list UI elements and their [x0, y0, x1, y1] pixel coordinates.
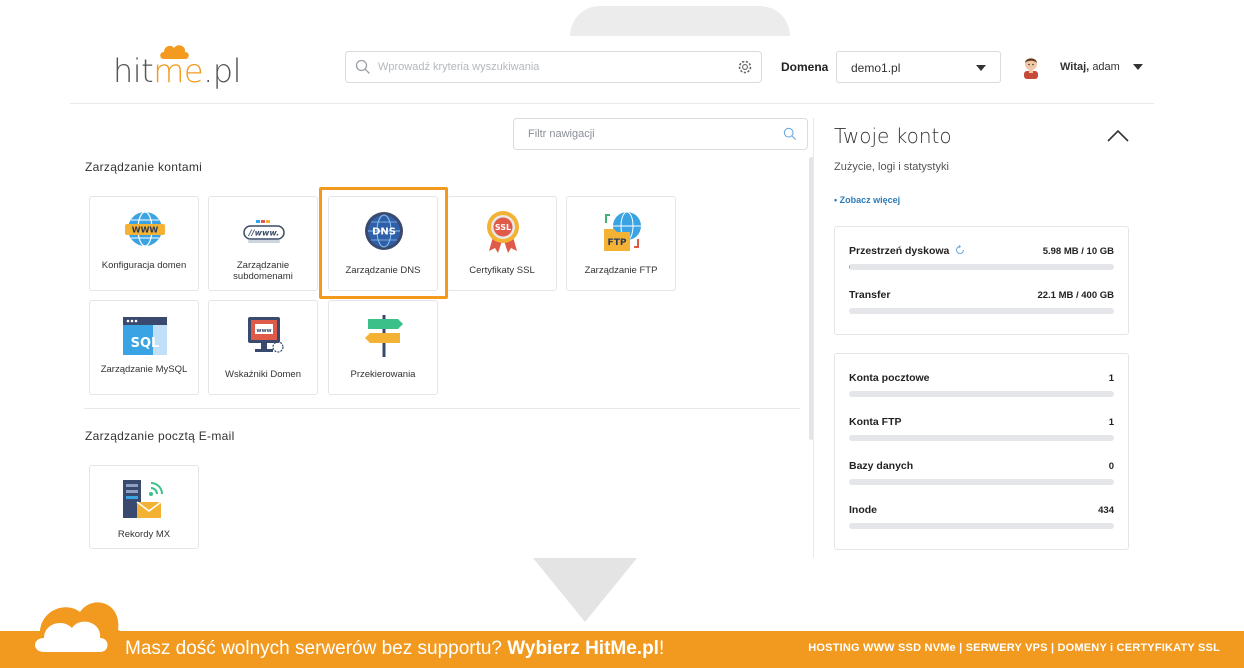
- stat-name: Konta FTP: [849, 416, 902, 428]
- stat-inode: Inode 434: [849, 504, 1114, 544]
- search-icon: [783, 127, 797, 141]
- search-input[interactable]: [376, 52, 726, 82]
- tile-label: Certyfikaty SSL: [469, 265, 535, 276]
- tile-label: Wskaźniki Domen: [224, 369, 302, 380]
- logo-text-hit: hit: [113, 52, 154, 90]
- see-more-link[interactable]: • Zobacz więcej: [834, 195, 900, 205]
- usage-bar: [849, 435, 1114, 441]
- decorative-arc: [570, 6, 790, 36]
- banner-text-end: !: [658, 638, 665, 659]
- stat-value: 5.98 MB / 10 GB: [1042, 246, 1114, 257]
- stat-ftp-accounts: Konta FTP 1: [849, 416, 1114, 456]
- refresh-icon[interactable]: [955, 245, 965, 255]
- signpost-icon: [365, 315, 403, 357]
- stat-mail-accounts: Konta pocztowe 1: [849, 372, 1114, 412]
- tile-ssl-certificates[interactable]: SSL Certyfikaty SSL: [447, 196, 557, 291]
- section-title-email: Zarządzanie pocztą E-mail: [85, 429, 235, 443]
- banner-text-brand: Wybierz HitMe.pl: [507, 638, 659, 659]
- greeting-text: Witaj,: [1060, 61, 1090, 73]
- tile-subdomains[interactable]: //www. Zarządzanie subdomenami: [208, 196, 318, 291]
- stat-name: Konta pocztowe: [849, 372, 930, 384]
- svg-text://www.: //www.: [248, 229, 280, 238]
- stat-disk-space: Przestrzeń dyskowa 5.98 MB / 10 GB: [849, 245, 1114, 285]
- logo-text-me: me: [153, 52, 204, 90]
- user-greeting[interactable]: Witaj, adam: [1060, 61, 1120, 73]
- svg-text:SQL: SQL: [131, 336, 160, 351]
- stat-value: 1: [1108, 417, 1114, 428]
- user-menu-chevron-icon[interactable]: [1133, 64, 1143, 70]
- cloud-icon: [25, 602, 127, 664]
- nav-filter-input[interactable]: [526, 119, 766, 149]
- tile-ftp-management[interactable]: FTP Zarządzanie FTP: [566, 196, 676, 291]
- tile-label: Konfiguracja domen: [101, 260, 187, 271]
- domain-select[interactable]: demo1.pl: [836, 51, 1001, 83]
- domain-select-value: demo1.pl: [851, 61, 901, 75]
- tile-label: Zarządzanie subdomenami: [233, 260, 293, 282]
- stat-value: 22.1 MB / 400 GB: [1037, 290, 1114, 301]
- stat-name: Przestrzeń dyskowa: [849, 245, 950, 257]
- usage-bar: [849, 523, 1114, 529]
- usage-bar: [849, 391, 1114, 397]
- global-search[interactable]: [345, 51, 762, 83]
- stat-value: 434: [1098, 505, 1114, 516]
- svg-text:FTP: FTP: [608, 238, 627, 248]
- subdomain-www-icon: //www.: [243, 220, 285, 243]
- globe-www-icon: WWW: [125, 211, 165, 247]
- tile-redirects[interactable]: Przekierowania: [328, 300, 438, 395]
- tile-mx-records[interactable]: Rekordy MX: [89, 465, 199, 549]
- highlight-frame-dns: [319, 187, 448, 299]
- svg-text:SSL: SSL: [495, 223, 511, 232]
- svg-text:WWW: WWW: [132, 226, 159, 235]
- gear-icon[interactable]: [737, 59, 753, 75]
- tile-domain-pointers[interactable]: www Wskaźniki Domen: [208, 300, 318, 395]
- stat-value: 0: [1108, 461, 1114, 472]
- account-panel-title: Twoje konto: [834, 124, 952, 148]
- chevron-down-icon: [976, 65, 986, 71]
- nav-filter[interactable]: [513, 118, 808, 150]
- stat-name: Transfer: [849, 289, 891, 301]
- chevron-up-icon[interactable]: [1106, 128, 1130, 142]
- mx-server-mail-icon: [123, 480, 163, 518]
- stat-value: 1: [1108, 373, 1114, 384]
- tile-label: Zarządzanie MySQL: [100, 364, 188, 375]
- svg-text:www: www: [256, 328, 271, 334]
- stat-name: Bazy danych: [849, 460, 914, 472]
- ssl-badge-icon: SSL: [487, 211, 519, 253]
- hitme-logo[interactable]: hitme.pl: [113, 42, 243, 96]
- usage-bar: [849, 308, 1114, 314]
- stat-name: Inode: [849, 504, 877, 516]
- counts-card: Konta pocztowe 1 Konta FTP 1 Bazy danych…: [834, 353, 1129, 550]
- section-title-accounts: Zarządzanie kontami: [85, 160, 203, 174]
- section-divider: [84, 408, 800, 409]
- panel-divider: [813, 118, 814, 558]
- search-icon: [355, 59, 370, 74]
- usage-bar: [849, 264, 1114, 270]
- logo-text-pl: .pl: [203, 52, 241, 90]
- usage-bar: [849, 479, 1114, 485]
- stat-databases: Bazy danych 0: [849, 460, 1114, 500]
- banner-text-main: Masz dość wolnych serwerów bez supportu?: [125, 638, 503, 659]
- banner-services: HOSTING WWW SSD NVMe | SERWERY VPS | DOM…: [808, 642, 1220, 654]
- tile-label: Rekordy MX: [117, 529, 171, 540]
- header-divider: [70, 103, 1154, 104]
- sql-database-icon: SQL: [123, 317, 167, 355]
- stat-transfer: Transfer 22.1 MB / 400 GB: [849, 289, 1114, 329]
- domain-label: Domena: [781, 60, 829, 74]
- ftp-folder-icon: FTP: [604, 211, 641, 251]
- tile-label: Przekierowania: [350, 369, 416, 380]
- tile-domain-config[interactable]: WWW Konfiguracja domen: [89, 196, 199, 291]
- account-panel-subtitle: Zużycie, logi i statystyki: [834, 161, 949, 173]
- decorative-triangle: [533, 558, 637, 622]
- usage-card: Przestrzeń dyskowa 5.98 MB / 10 GB Trans…: [834, 226, 1129, 335]
- avatar[interactable]: [1020, 55, 1042, 79]
- tile-label: Zarządzanie FTP: [584, 265, 658, 276]
- tile-mysql-management[interactable]: SQL Zarządzanie MySQL: [89, 300, 199, 395]
- domain-pointer-icon: www: [248, 317, 284, 353]
- username: adam: [1092, 61, 1120, 73]
